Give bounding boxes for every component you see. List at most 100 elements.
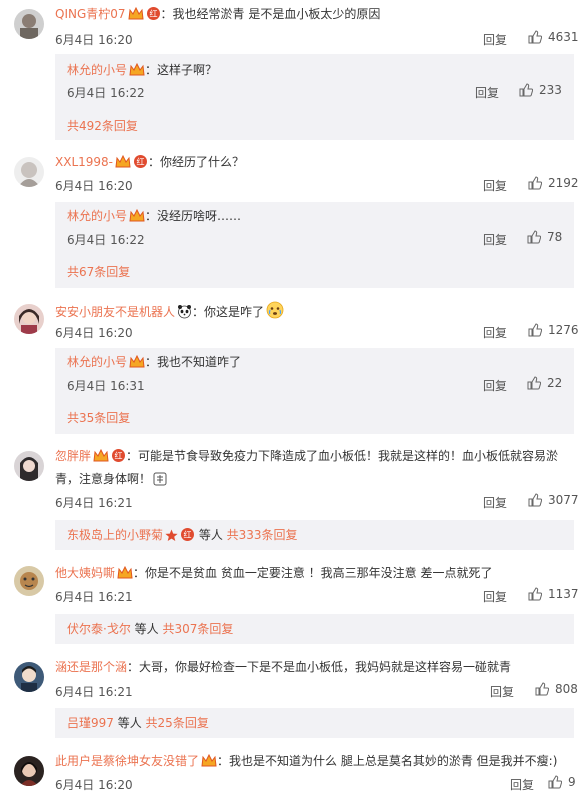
comment-text: ：大哥，你最好检查一下是不是血小板低，我妈妈就是这样容易一碰就青 [127,660,512,674]
comment-item: QING青柠07 红：我也经常淤青 是不是血小板太少的原因 6月4日 16:20 … [0,0,582,150]
reply-button[interactable]: 回复 [483,177,507,194]
username-link[interactable]: 东极岛上的小野菊 [67,528,163,542]
like-count: 1137 [548,587,579,601]
thumb-up-icon [527,230,542,244]
sub-reply-summary: 东极岛上的小野菊 红 等人 共333条回复 [67,526,298,547]
sub-reply-box: 东极岛上的小野菊 红 等人 共333条回复 [55,520,574,550]
reply-button[interactable]: 回复 [475,84,499,101]
more-replies-link[interactable]: 共35条回复 [67,409,130,426]
like-count: 808 [555,682,578,696]
username-link[interactable]: 林允的小号 [67,63,127,77]
like-count: 233 [539,83,562,97]
username-link[interactable]: 他大姨妈嘶 [55,566,115,580]
reply-button[interactable]: 回复 [483,377,507,394]
avatar[interactable] [14,566,44,596]
username-link[interactable]: 吕瑾997 [67,716,114,730]
like-button[interactable]: 78 [527,230,562,244]
sub-reply-text-line: 林允的小号 ：这样子啊？ [67,61,217,82]
vip-crown-icon [201,753,217,773]
like-button[interactable]: 2192 [528,176,579,190]
username-link[interactable]: 林允的小号 [67,355,127,369]
avatar[interactable] [14,451,44,481]
sub-reply-box: 林允的小号 ：没经历啥呀…… 6月4日 16:22 回复 78 共67条回复 [55,202,574,288]
sub-reply-box: 伏尔泰·戈尔 等人 共307条回复 [55,614,574,644]
comment-item: 他大姨妈嘶 ：你是不是贫血 贫血一定要注意 ！我高三那年没注意 差一点就死了 6月… [0,554,582,650]
like-count: 22 [547,376,563,390]
thumb-up-icon [528,493,543,507]
comment-text: ：可能是节食导致免疫力下降造成了血小板低！我就是这样的！血小板低就容易淤 [126,449,559,463]
comment-date: 6月4日 16:21 [55,685,133,699]
sub-reply-text: ：我也不知道咋了 [145,355,242,369]
avatar[interactable] [14,662,44,692]
avatar[interactable] [14,157,44,187]
svg-text:红: 红 [137,157,145,167]
more-replies-link[interactable]: 共307条回复 [162,622,233,636]
thumb-up-icon [548,775,563,789]
sub-reply-text-line: 林允的小号 ：没经历啥呀…… [67,207,241,228]
svg-text:红: 红 [149,9,157,19]
reply-button[interactable]: 回复 [510,776,534,793]
sub-reply-text: ：没经历啥呀…… [145,209,242,223]
thumb-up-icon [527,376,542,390]
sad-emoji-icon [153,472,167,491]
avatar[interactable] [14,756,44,786]
reply-button[interactable]: 回复 [483,324,507,341]
username-link[interactable]: QING青柠07 [55,7,126,21]
comment-date: 6月4日 16:21 [55,590,133,604]
like-button[interactable]: 3077 [528,493,579,507]
username-link[interactable]: 忽胖胖 [55,449,91,463]
more-replies-link[interactable]: 共67条回复 [67,263,130,280]
like-button[interactable]: 1137 [528,587,579,601]
reply-button[interactable]: 回复 [490,683,514,700]
like-count: 1276 [548,323,579,337]
avatar[interactable] [14,9,44,39]
reply-button[interactable]: 回复 [483,31,507,48]
like-button[interactable]: 4631 [528,30,579,44]
avatar[interactable] [14,304,44,334]
comment-date: 6月4日 16:20 [55,179,133,193]
like-button[interactable]: 9 [548,775,576,789]
like-button[interactable]: 233 [519,83,562,97]
comment-text: ：我也经常淤青 是不是血小板太少的原因 [160,7,381,21]
username-link[interactable]: 伏尔泰·戈尔 [67,622,131,636]
username-link[interactable]: 安安小朋友不是机器人 [55,305,175,319]
sub-reply-summary: 伏尔泰·戈尔 等人 共307条回复 [67,620,233,638]
like-button[interactable]: 808 [535,682,578,696]
like-button[interactable]: 1276 [528,323,579,337]
reply-button[interactable]: 回复 [483,231,507,248]
like-count: 2192 [548,176,579,190]
more-replies-link[interactable]: 共333条回复 [227,528,298,542]
sub-reply-mid-text: 等人 [130,622,163,636]
thumb-up-icon [528,30,543,44]
reply-button[interactable]: 回复 [483,588,507,605]
username-link[interactable]: 此用户是蔡徐坤女友没错了 [55,754,199,768]
comment-text-line: 涵还是那个涵：大哥，你最好检查一下是不是血小板低，我妈妈就是这样容易一碰就青 [55,658,574,676]
username-link[interactable]: 林允的小号 [67,209,127,223]
username-link[interactable]: 涵还是那个涵 [55,660,127,674]
crying-emoji-icon [266,301,284,324]
comment-text-line: 忽胖胖 红：可能是节食导致免疫力下降造成了血小板低！我就是这样的！血小板低就容易淤 [55,447,574,468]
comment-item: 此用户是蔡徐坤女友没错了 ：我也是不知道为什么 腿上总是莫名其妙的淤青 但是我并不… [0,744,582,804]
comment-text: 青，注意身体啊！ [55,472,152,486]
sub-reply-box: 林允的小号 ：这样子啊？ 6月4日 16:22 回复 233 共492条回复 [55,54,574,140]
svg-text:红: 红 [184,530,192,540]
vip-crown-icon [129,62,145,82]
comment-item: XXL1998- 红：你经历了什么？ 6月4日 16:20 回复 2192 林允的… [0,150,582,298]
panda-emoji-icon [177,304,192,324]
comment-item: 忽胖胖红：可能是节食导致免疫力下降造成了血小板低！我就是这样的！血小板低就容易淤… [0,440,582,554]
comment-date: 6月4日 16:20 [55,33,133,47]
comment-text-line: QING青柠07 红：我也经常淤青 是不是血小板太少的原因 [55,5,574,26]
comment-text-line: 安安小朋友不是机器人 ：你这是咋了 [55,301,574,324]
vip-crown-icon [129,208,145,228]
comment-text-line: 此用户是蔡徐坤女友没错了 ：我也是不知道为什么 腿上总是莫名其妙的淤青 但是我并不… [55,752,574,773]
more-replies-link[interactable]: 共492条回复 [67,117,138,134]
thumb-up-icon [528,176,543,190]
like-count: 4631 [548,30,579,44]
comment-text-line: 他大姨妈嘶 ：你是不是贫血 贫血一定要注意 ！我高三那年没注意 差一点就死了 [55,564,574,585]
reply-button[interactable]: 回复 [483,494,507,511]
username-link[interactable]: XXL1998- [55,155,113,169]
vip-crown-icon [93,448,109,468]
like-count: 3077 [548,493,579,507]
more-replies-link[interactable]: 共25条回复 [146,716,209,730]
like-button[interactable]: 22 [527,376,562,390]
